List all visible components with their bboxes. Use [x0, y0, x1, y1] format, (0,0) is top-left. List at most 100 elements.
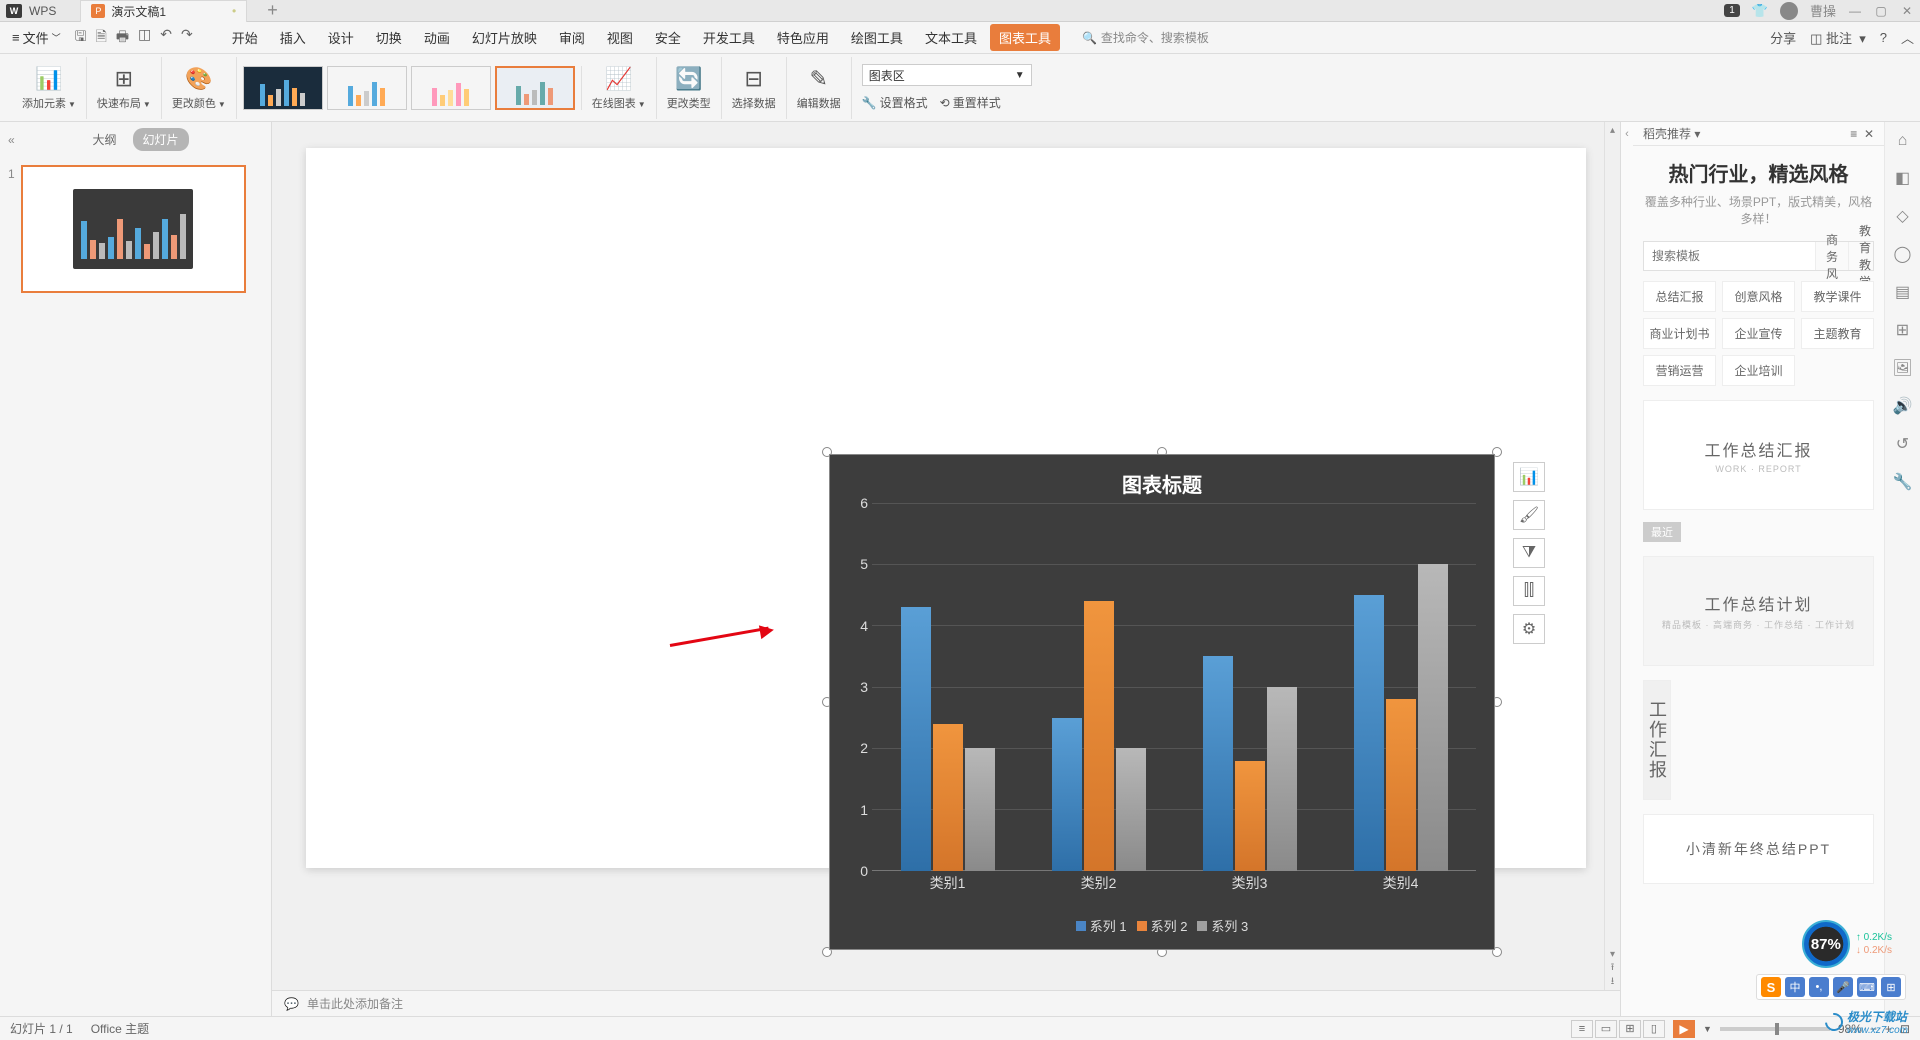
menu-tab-12[interactable]: 文本工具 [916, 24, 986, 51]
bar[interactable] [1418, 564, 1448, 871]
command-search[interactable]: 🔍 查找命令、搜索模板 [1082, 29, 1209, 46]
menu-tab-13[interactable]: 图表工具 [990, 24, 1060, 51]
slides-tab[interactable]: 幻灯片 [133, 128, 189, 151]
legend-item[interactable]: 系列 2 [1137, 916, 1188, 935]
bar[interactable] [1267, 687, 1297, 871]
menu-tab-8[interactable]: 安全 [646, 24, 690, 51]
template-search-input[interactable] [1644, 242, 1815, 270]
bar[interactable] [901, 607, 931, 871]
chart-style-gallery[interactable] [237, 66, 582, 110]
bar-group[interactable] [1174, 503, 1325, 871]
menu-tab-4[interactable]: 动画 [415, 24, 459, 51]
share-button[interactable]: 分享 [1770, 28, 1796, 47]
save-icon[interactable]: 🖫 [75, 26, 87, 50]
menu-tab-3[interactable]: 切换 [367, 24, 411, 51]
rail-home-icon[interactable]: ⌂ [1898, 132, 1908, 150]
menu-tab-1[interactable]: 插入 [271, 24, 315, 51]
bar-group[interactable] [1023, 503, 1174, 871]
ime-lang-button[interactable]: 中 [1785, 977, 1805, 997]
menu-tab-6[interactable]: 审阅 [550, 24, 594, 51]
scroll-up-icon[interactable]: ▴ [1605, 122, 1620, 138]
print-preview-icon[interactable]: ◫ [138, 26, 151, 50]
close-button[interactable]: ✕ [1900, 4, 1914, 18]
panel-settings-icon[interactable]: ≡ [1850, 127, 1857, 141]
undo-icon[interactable]: ↶ [160, 26, 172, 50]
chart-elements-button[interactable]: 📊 [1513, 462, 1545, 492]
save-as-icon[interactable]: 🗎 [96, 26, 107, 50]
help-icon[interactable]: ? [1880, 30, 1887, 45]
minimize-button[interactable]: — [1848, 4, 1862, 18]
template-tag[interactable]: 企业宣传 [1722, 318, 1795, 349]
bar[interactable] [1386, 699, 1416, 871]
ribbon-collapse-icon[interactable]: ︿ [1901, 28, 1914, 47]
rail-tools-icon[interactable]: 🔧 [1893, 472, 1913, 492]
panel-close-icon[interactable]: ✕ [1864, 127, 1874, 141]
menu-tab-0[interactable]: 开始 [223, 24, 267, 51]
sidebar-toggle[interactable]: ‹ [1621, 122, 1633, 1016]
bar[interactable] [933, 724, 963, 871]
template-tag[interactable]: 总结汇报 [1643, 281, 1716, 312]
panel-collapse-icon[interactable]: « [8, 133, 15, 147]
quick-layout-button[interactable]: ⊞ 快速布局▼ [87, 57, 162, 119]
notification-badge[interactable]: 1 [1724, 4, 1740, 17]
normal-view-button[interactable]: ▭ [1595, 1020, 1617, 1038]
meter-value[interactable]: 87% [1802, 920, 1850, 968]
template-card-3[interactable]: 工作汇报 [1643, 680, 1671, 800]
redo-icon[interactable]: ↷ [181, 26, 193, 50]
template-tag[interactable]: 教学课件 [1801, 281, 1874, 312]
file-menu[interactable]: ≡ 文件 ﹀ [6, 25, 67, 50]
chart-plot-area[interactable]: 0123456 类别1类别2类别3类别4 [844, 503, 1476, 889]
segment-education[interactable]: 教育教学 [1848, 242, 1881, 270]
edit-data-button[interactable]: ✎ 编辑数据 [787, 57, 852, 119]
segment-business[interactable]: 商务风 [1815, 242, 1848, 270]
bar[interactable] [965, 748, 995, 871]
template-tag[interactable]: 企业培训 [1722, 355, 1795, 386]
maximize-button[interactable]: ▢ [1874, 4, 1888, 18]
chart-legend[interactable]: 系列 1 系列 2 系列 3 [830, 916, 1494, 935]
style-thumb-4[interactable] [495, 66, 575, 110]
template-search[interactable]: 商务风 教育教学 [1643, 241, 1874, 271]
chart-object[interactable]: 图表标题 0123456 类别1类别2类别3类别4 系列 1系列 2系列 3 📊… [827, 452, 1497, 952]
zoom-slider[interactable] [1720, 1027, 1830, 1031]
ime-keyboard-icon[interactable]: ⌨ [1857, 977, 1877, 997]
legend-item[interactable]: 系列 1 [1076, 916, 1127, 935]
rail-user-icon[interactable]: ◯ [1894, 244, 1912, 264]
ime-menu-icon[interactable]: ⊞ [1881, 977, 1901, 997]
bar[interactable] [1116, 748, 1146, 871]
slideshow-button[interactable]: ▶ [1673, 1020, 1695, 1038]
chart-filters-button[interactable]: ⧩ [1513, 538, 1545, 568]
play-dropdown-icon[interactable]: ▼ [1703, 1024, 1712, 1034]
menu-tab-11[interactable]: 绘图工具 [842, 24, 912, 51]
select-data-button[interactable]: ⊟ 选择数据 [722, 57, 787, 119]
template-card-1[interactable]: 工作总结汇报 WORK · REPORT [1643, 400, 1874, 510]
annotate-button[interactable]: ◫ 批注 ▾ [1810, 28, 1866, 47]
new-tab-button[interactable]: + [267, 0, 278, 21]
online-chart-button[interactable]: 📈 在线图表▼ [582, 57, 657, 119]
template-tag[interactable]: 营销运营 [1643, 355, 1716, 386]
bar[interactable] [1203, 656, 1233, 871]
template-card-4[interactable]: 小清新年终总结PPT [1643, 814, 1874, 884]
rail-layers-icon[interactable]: ▤ [1895, 282, 1910, 302]
change-color-button[interactable]: 🎨 更改颜色▼ [162, 57, 237, 119]
chart-settings-button[interactable]: ⚙ [1513, 614, 1545, 644]
template-card-2[interactable]: 工作总结计划 精品模板 · 高端商务 · 工作总结 · 工作计划 [1643, 556, 1874, 666]
notes-bar[interactable]: 💬 单击此处添加备注 [272, 990, 1620, 1016]
chart-title[interactable]: 图表标题 [830, 455, 1494, 504]
menu-tab-5[interactable]: 幻灯片放映 [463, 24, 546, 51]
print-icon[interactable]: 🖶 [116, 26, 129, 50]
legend-item[interactable]: 系列 3 [1197, 916, 1248, 935]
rail-style-icon[interactable]: ◧ [1895, 168, 1910, 188]
bar[interactable] [1235, 761, 1265, 871]
style-thumb-3[interactable] [411, 66, 491, 110]
reset-style-button[interactable]: ⟲重置样式 [940, 94, 1001, 111]
document-tab[interactable]: P 演示文稿1 • [80, 0, 247, 22]
next-slide-icon[interactable]: ⭳ [1605, 974, 1620, 990]
bar-group[interactable] [872, 503, 1023, 871]
chart-styles-button[interactable]: 🖌 [1513, 500, 1545, 530]
chart-element-selector[interactable]: 图表区 ▼ [862, 64, 1032, 86]
sorter-view-button[interactable]: ⊞ [1619, 1020, 1641, 1038]
rail-layout-icon[interactable]: ⊞ [1896, 320, 1909, 340]
rail-history-icon[interactable]: ↺ [1896, 434, 1909, 454]
bar[interactable] [1354, 595, 1384, 871]
ime-voice-icon[interactable]: 🎤 [1833, 977, 1853, 997]
